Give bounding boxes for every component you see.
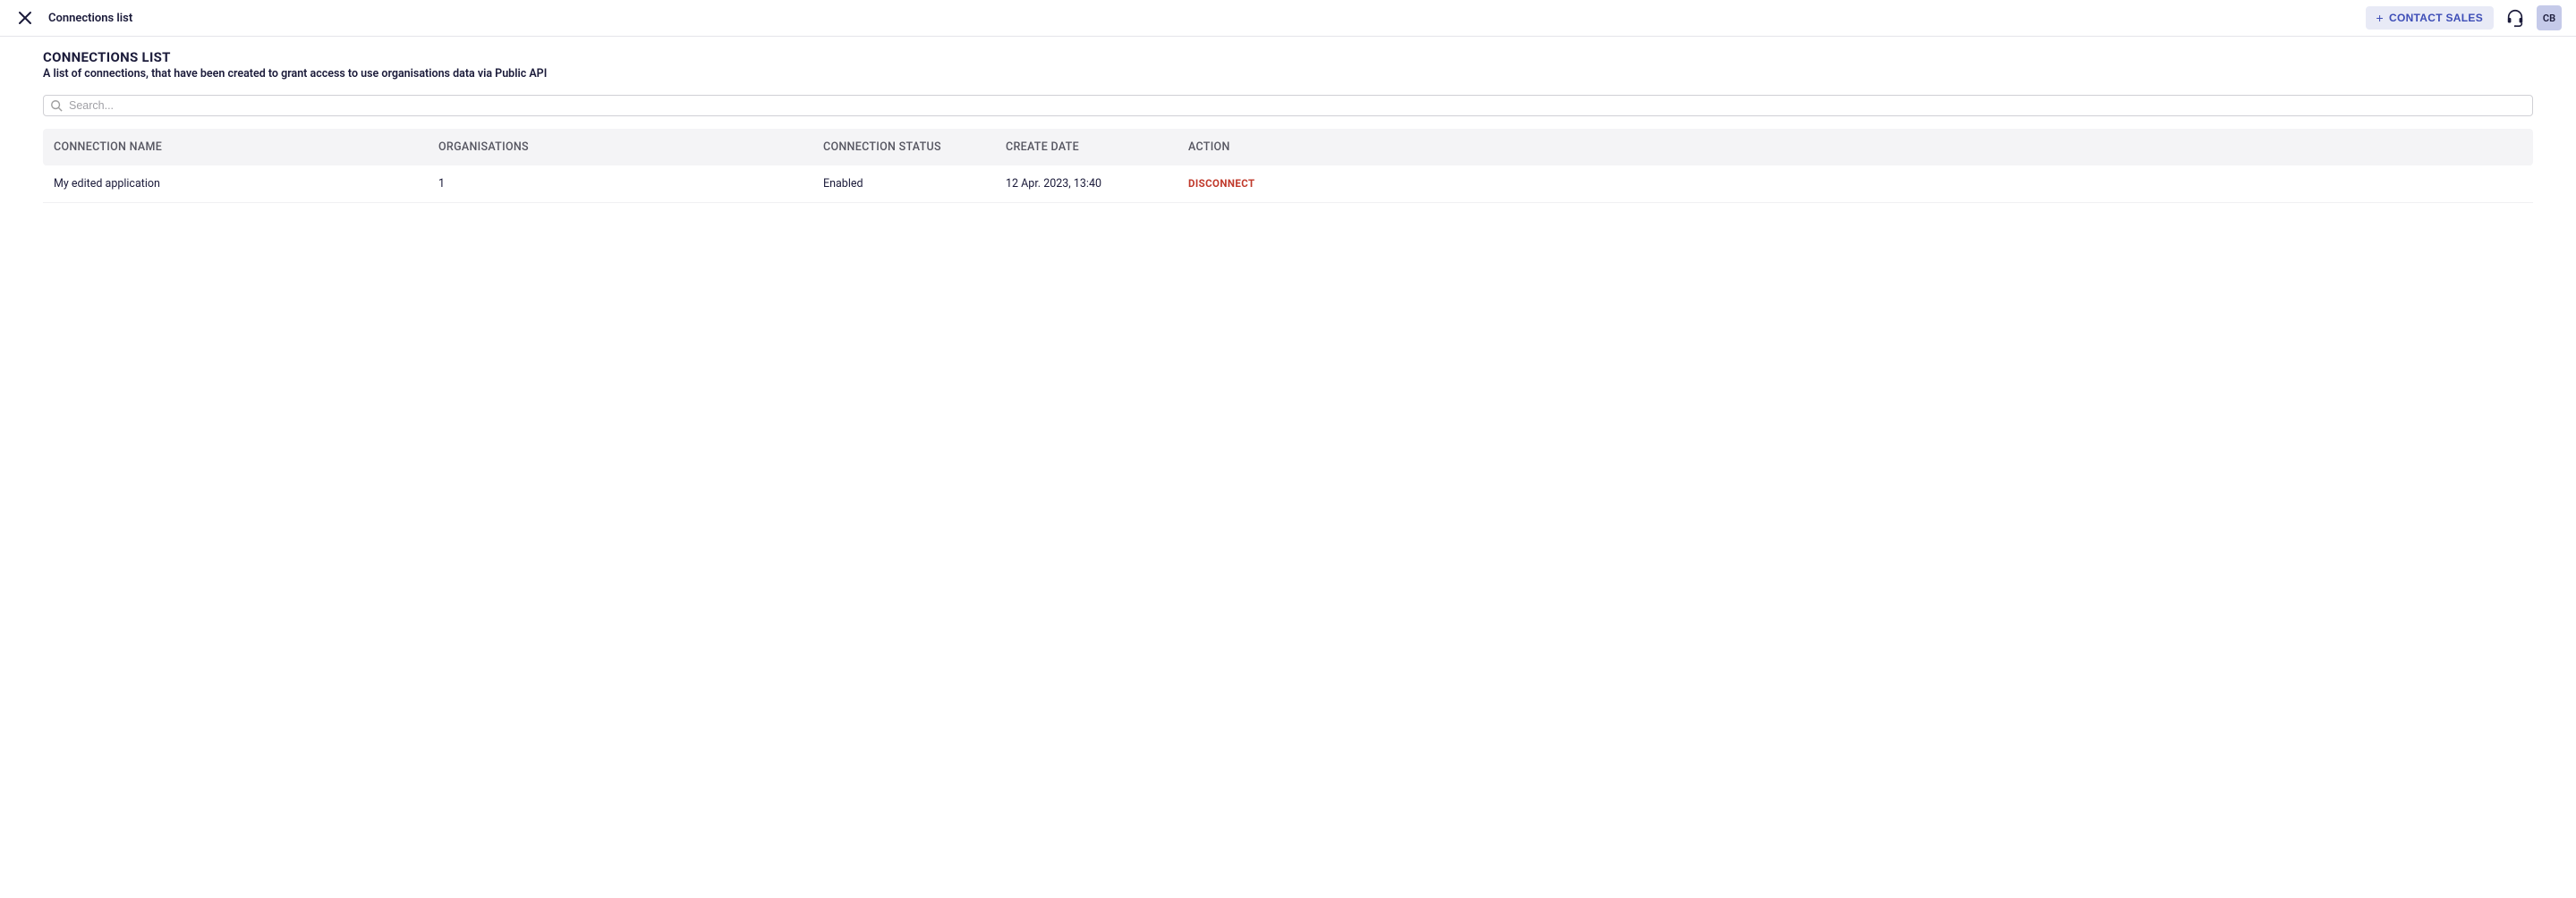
search-wrapper <box>43 95 2533 116</box>
topbar-left: Connections list <box>14 7 132 29</box>
cell-organisations: 1 <box>438 177 823 191</box>
cell-connection-name: My edited application <box>54 177 438 191</box>
headset-icon <box>2505 8 2525 28</box>
contact-sales-label: CONTACT SALES <box>2389 12 2483 24</box>
cell-status: Enabled <box>823 177 1006 191</box>
avatar[interactable]: CB <box>2537 5 2562 30</box>
support-button[interactable] <box>2503 5 2528 30</box>
table-header: CONNECTION NAME ORGANISATIONS CONNECTION… <box>43 129 2533 165</box>
close-icon <box>18 11 32 25</box>
cell-action: DISCONNECT <box>1188 177 2522 191</box>
close-button[interactable] <box>14 7 36 29</box>
cell-create-date: 12 Apr. 2023, 13:40 <box>1006 177 1188 191</box>
topbar-right: + CONTACT SALES CB <box>2366 5 2563 30</box>
disconnect-button[interactable]: DISCONNECT <box>1188 177 1255 190</box>
page-subtitle: A list of connections, that have been cr… <box>43 67 2533 80</box>
column-header-status: CONNECTION STATUS <box>823 140 1006 154</box>
column-header-create-date: CREATE DATE <box>1006 140 1188 154</box>
table-row: My edited application 1 Enabled 12 Apr. … <box>43 165 2533 203</box>
column-header-organisations: ORGANISATIONS <box>438 140 823 154</box>
topbar: Connections list + CONTACT SALES CB <box>0 0 2576 37</box>
connections-table: CONNECTION NAME ORGANISATIONS CONNECTION… <box>43 129 2533 203</box>
search-input[interactable] <box>43 95 2533 116</box>
column-header-name: CONNECTION NAME <box>54 140 438 154</box>
contact-sales-button[interactable]: + CONTACT SALES <box>2366 6 2495 30</box>
plus-icon: + <box>2376 12 2384 24</box>
breadcrumb: Connections list <box>48 12 132 25</box>
column-header-action: ACTION <box>1188 140 2522 154</box>
page-title: CONNECTIONS LIST <box>43 49 2533 65</box>
main-content: CONNECTIONS LIST A list of connections, … <box>0 37 2576 203</box>
